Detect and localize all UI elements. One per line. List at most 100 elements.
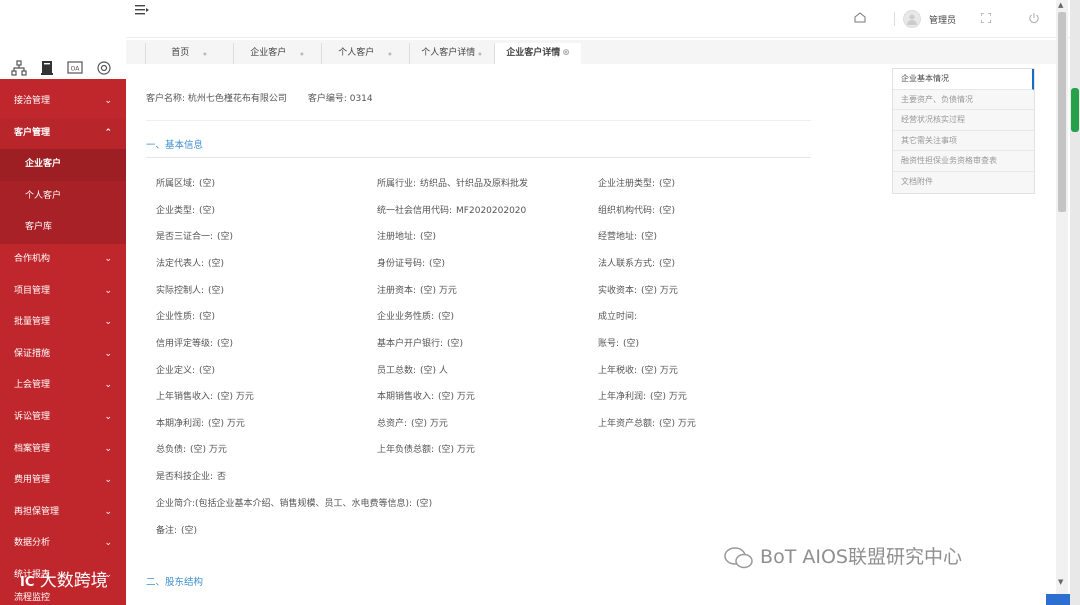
tab-personal-customer-detail[interactable]: 个人客户详情 ● bbox=[409, 43, 493, 64]
sidebar-item-label: 上会管理 bbox=[14, 380, 51, 391]
sidebar-item-projects[interactable]: 项目管理 ⌄ bbox=[0, 276, 126, 308]
tab-enterprise-customers[interactable]: 企业客户 ● bbox=[233, 43, 320, 64]
field-value: (空) bbox=[199, 179, 216, 189]
info-field: 所属行业: 纺织品、针织品及原料批发 bbox=[377, 176, 528, 189]
info-field: 统一社会信用代码: MF2020202020 bbox=[377, 203, 526, 216]
anchor-operation-verification[interactable]: 经营状况核实过程 bbox=[893, 110, 1034, 131]
close-icon[interactable]: ⊗ bbox=[562, 48, 570, 58]
settings-icon[interactable] bbox=[95, 59, 113, 77]
watermark-text: BoT AIOS联盟研究中心 bbox=[760, 546, 962, 568]
chevron-up-icon: ⌃ bbox=[104, 127, 112, 138]
field-label: 企业定义: bbox=[156, 366, 196, 376]
anchor-attachments[interactable]: 文档附件 bbox=[893, 171, 1034, 193]
tab-personal-customers[interactable]: 个人客户 ● bbox=[321, 43, 408, 64]
tab-bar: 首页 ● 企业客户 ● 个人客户 ● 个人客户详情 ● 企业客户详情 ⊗ bbox=[126, 40, 1056, 64]
sidebar-item-data-analysis[interactable]: 数据分析 ⌄ bbox=[0, 528, 126, 560]
field-value: (空) 万元 bbox=[650, 392, 687, 402]
info-field: 企业业务性质: (空) bbox=[377, 309, 454, 322]
sidebar-item-partners[interactable]: 合作机构 ⌄ bbox=[0, 244, 126, 276]
info-field: 企业性质: (空) bbox=[156, 309, 215, 322]
logo-text: 大数跨境 bbox=[39, 571, 108, 591]
field-value: (空) 万元 bbox=[208, 419, 245, 429]
field-value: (空) bbox=[438, 312, 455, 322]
field-label: 企业注册类型: bbox=[598, 179, 656, 189]
sidebar-item-batch[interactable]: 批量管理 ⌄ bbox=[0, 307, 126, 339]
sidebar-item-guarantees[interactable]: 保证措施 ⌄ bbox=[0, 339, 126, 371]
oa-icon[interactable]: OA bbox=[66, 59, 84, 77]
section-title-basic-info: 一、基本信息 bbox=[146, 140, 204, 151]
sidebar-item-label: 费用管理 bbox=[14, 475, 51, 486]
field-value: (空) bbox=[199, 366, 216, 376]
chevron-down-icon: ⌄ bbox=[104, 285, 112, 296]
sidebar-item-label: 再担保管理 bbox=[14, 506, 60, 517]
sidebar-item-label: 保证措施 bbox=[14, 348, 51, 359]
info-field: 备注: (空) bbox=[156, 523, 197, 536]
anchor-basic-info[interactable]: 企业基本情况 bbox=[893, 69, 1034, 90]
sidebar-item-customer-library[interactable]: 客户库 bbox=[0, 212, 126, 244]
menu-toggle-icon[interactable] bbox=[135, 4, 149, 19]
sidebar-item-label: 客户库 bbox=[25, 222, 53, 233]
org-chart-icon[interactable] bbox=[10, 59, 28, 77]
sidebar-item-meetings[interactable]: 上会管理 ⌄ bbox=[0, 370, 126, 402]
info-field: 实际控制人: (空) bbox=[156, 283, 224, 296]
sidebar-item-litigation[interactable]: 诉讼管理 ⌄ bbox=[0, 402, 126, 434]
close-icon[interactable]: ● bbox=[203, 51, 207, 56]
field-label: 员工总数: bbox=[377, 366, 417, 376]
sidebar-item-customers[interactable]: 客户管理 ⌃ bbox=[0, 117, 126, 150]
info-field: 身份证号码: (空) bbox=[377, 256, 445, 269]
sidebar-item-reception[interactable]: 接洽管理 ⌄ bbox=[0, 86, 126, 118]
anchor-other-concerns[interactable]: 其它需关注事项 bbox=[893, 130, 1034, 152]
header-actions: 管理员 bbox=[854, 0, 1080, 38]
scrollbar[interactable]: ▲ ▼ bbox=[1056, 0, 1068, 605]
field-value: (空) bbox=[199, 312, 216, 322]
home-icon[interactable] bbox=[854, 12, 866, 26]
close-icon[interactable]: ● bbox=[388, 51, 392, 56]
power-icon[interactable] bbox=[1028, 12, 1040, 27]
anchor-assets-liabilities[interactable]: 主要资产、负债情况 bbox=[893, 89, 1034, 111]
close-icon[interactable]: ● bbox=[300, 51, 304, 56]
field-value: (空) bbox=[659, 179, 676, 189]
divider bbox=[146, 120, 811, 121]
sidebar-item-personal-customers[interactable]: 个人客户 bbox=[0, 180, 126, 213]
field-label: 总负债: bbox=[156, 445, 187, 455]
side-rail bbox=[1070, 0, 1080, 605]
customer-code-label: 客户编号: bbox=[307, 94, 347, 104]
sidebar-item-archives[interactable]: 档案管理 ⌄ bbox=[0, 434, 126, 466]
sidebar-item-label: 批量管理 bbox=[14, 317, 51, 328]
fullscreen-icon[interactable] bbox=[980, 12, 992, 26]
scrollbar-thumb[interactable] bbox=[1058, 12, 1066, 212]
anchor-qualification-review[interactable]: 融资性担保业务资格审查表 bbox=[893, 151, 1034, 172]
field-value: (空) bbox=[217, 339, 234, 349]
field-label: 是否三证合一: bbox=[156, 232, 214, 242]
sidebar-item-fees[interactable]: 费用管理 ⌄ bbox=[0, 465, 126, 497]
avatar-icon[interactable] bbox=[902, 10, 921, 28]
sidebar-icon-bar: OA bbox=[0, 57, 126, 79]
sidebar-item-enterprise-customers[interactable]: 企业客户 bbox=[0, 149, 126, 181]
watermark-logo: IC 大数跨境 流程监控 bbox=[0, 566, 126, 605]
field-label: 注册地址: bbox=[377, 232, 417, 242]
user-name[interactable]: 管理员 bbox=[929, 13, 956, 26]
header-divider bbox=[893, 12, 895, 26]
info-field: 本期销售收入: (空) 万元 bbox=[377, 389, 475, 402]
sidebar-item-reguarantee[interactable]: 再担保管理 ⌄ bbox=[0, 497, 126, 529]
field-value: (空) 万元 bbox=[438, 445, 475, 455]
sidebar-item-label: 客户管理 bbox=[14, 127, 51, 138]
book-icon[interactable] bbox=[38, 59, 56, 77]
field-label: 经营地址: bbox=[598, 232, 638, 242]
close-icon[interactable]: ● bbox=[478, 51, 482, 56]
field-value: 纺织品、针织品及原料批发 bbox=[420, 179, 529, 189]
field-label: 组织机构代码: bbox=[598, 206, 656, 216]
sidebar-item-process-monitor[interactable]: 流程监控 bbox=[14, 592, 50, 604]
scroll-down-icon[interactable]: ▼ bbox=[1058, 578, 1063, 586]
sidebar-item-label: 企业客户 bbox=[25, 159, 62, 170]
field-value: (空) bbox=[429, 259, 446, 269]
field-value: (空) bbox=[181, 526, 198, 536]
scroll-up-icon[interactable]: ▲ bbox=[1058, 1, 1063, 9]
info-field: 上年销售收入: (空) 万元 bbox=[156, 389, 254, 402]
wechat-icon bbox=[724, 546, 753, 568]
tab-home[interactable]: 首页 ● bbox=[145, 43, 232, 64]
tab-enterprise-customer-detail[interactable]: 企业客户详情 ⊗ bbox=[494, 43, 581, 64]
customer-name-label: 客户名称: bbox=[146, 94, 186, 104]
field-label: 本期销售收入: bbox=[377, 392, 435, 402]
sidebar-menu: 接洽管理 ⌄ 客户管理 ⌃ 企业客户 个人客户 客户库 合作机构 ⌄ 项目管理 ⌄ 批量… bbox=[0, 86, 126, 592]
